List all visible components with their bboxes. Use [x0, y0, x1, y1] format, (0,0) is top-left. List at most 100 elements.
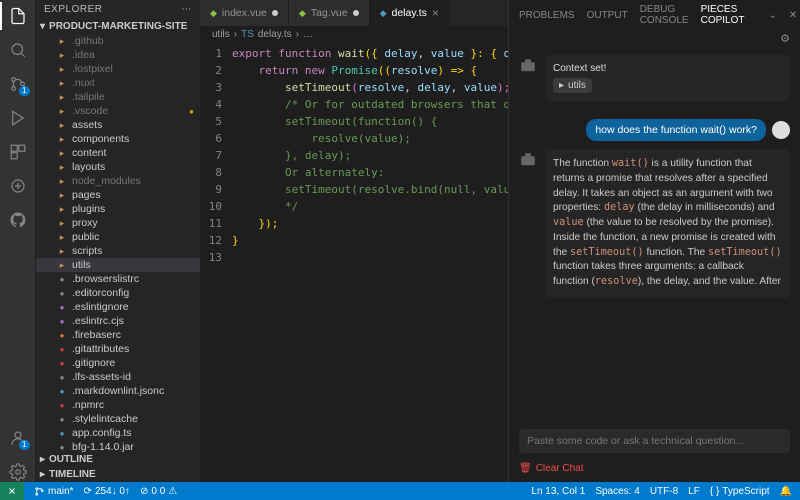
folder-item[interactable]: ▸.idea — [36, 48, 200, 62]
file-icon: ◆ — [299, 8, 306, 19]
folder-icon: ▸ — [56, 259, 68, 271]
panel-tab[interactable]: DEBUG CONSOLE — [640, 4, 689, 26]
folder-icon: ▸ — [56, 175, 68, 187]
run-debug-icon[interactable] — [8, 108, 28, 128]
user-message: how does the function wait() work? — [586, 119, 766, 141]
file-icon: ● — [56, 301, 68, 313]
file-item[interactable]: ●.lfs-assets-id — [36, 370, 200, 384]
folder-item[interactable]: ▸plugins — [36, 202, 200, 216]
project-section[interactable]: ▾ PRODUCT-MARKETING-SITE — [36, 19, 200, 34]
panel-tab[interactable]: OUTPUT — [587, 10, 628, 21]
file-item[interactable]: ●.browserslistrc — [36, 272, 200, 286]
assistant-message: The function wait() is a utility functio… — [545, 149, 790, 298]
explorer-sidebar: EXPLORER ⋯ ▾ PRODUCT-MARKETING-SITE ▸.gi… — [36, 0, 200, 482]
folder-item[interactable]: ▸proxy — [36, 216, 200, 230]
chevron-down-icon[interactable]: ⌄ — [768, 10, 776, 21]
problems-status[interactable]: ⊘ 0 0 ⚠ — [140, 486, 177, 497]
folder-item[interactable]: ▸.tailpile — [36, 90, 200, 104]
file-icon: ● — [56, 357, 68, 369]
folder-item[interactable]: ▸.nuxt — [36, 76, 200, 90]
file-item[interactable]: ●.editorconfig — [36, 286, 200, 300]
editor-tab[interactable]: ◆delay.ts× — [370, 0, 450, 26]
language-mode[interactable]: { } TypeScript — [710, 486, 770, 497]
eol-status[interactable]: LF — [688, 486, 700, 497]
more-icon[interactable]: ⋯ — [182, 4, 193, 15]
file-item[interactable]: ●.markdownlint.jsonc — [36, 384, 200, 398]
folder-icon: ▸ — [56, 245, 68, 257]
file-icon: ● — [56, 287, 68, 299]
folder-item[interactable]: ▸utils — [36, 258, 200, 272]
folder-item[interactable]: ▸pages — [36, 188, 200, 202]
folder-item[interactable]: ▸components — [36, 132, 200, 146]
folder-item[interactable]: ▸.lostpixel — [36, 62, 200, 76]
folder-item[interactable]: ▸.vscode● — [36, 104, 200, 118]
folder-item[interactable]: ▸assets — [36, 118, 200, 132]
file-item[interactable]: ●.eslintrc.cjs — [36, 314, 200, 328]
extensions-icon[interactable] — [8, 142, 28, 162]
pieces-icon[interactable] — [8, 176, 28, 196]
pieces-asst-icon — [519, 151, 537, 169]
accounts-icon[interactable]: 1 — [8, 428, 28, 448]
file-item[interactable]: ●.firebaserc — [36, 328, 200, 342]
folder-item[interactable]: ▸public — [36, 230, 200, 244]
folder-icon: ▸ — [56, 77, 68, 89]
clear-chat-button[interactable]: 🗑 Clear Chat — [509, 459, 800, 482]
file-item[interactable]: ●bfg-1.14.0.jar — [36, 440, 200, 452]
outline-section[interactable]: ▸ OUTLINE — [36, 452, 200, 467]
folder-icon: ▸ — [56, 105, 68, 117]
close-icon[interactable]: × — [432, 6, 439, 20]
github-icon[interactable] — [8, 210, 28, 230]
editor-group: ◆index.vue◆Tag.vue◆delay.ts× utils › TS … — [200, 0, 508, 482]
file-icon: ● — [56, 329, 68, 341]
code-editor[interactable]: 12345678910111213 export function wait({… — [200, 43, 508, 482]
panel-tab[interactable]: PIECES COPILOT — [701, 4, 745, 26]
chevron-right-icon: › — [296, 29, 299, 40]
encoding-status[interactable]: UTF-8 — [650, 486, 678, 497]
git-branch[interactable]: main* — [34, 486, 74, 497]
file-item[interactable]: ●.gitattributes — [36, 342, 200, 356]
folder-item[interactable]: ▸scripts — [36, 244, 200, 258]
file-item[interactable]: ●app.config.ts — [36, 426, 200, 440]
file-item[interactable]: ●.eslintignore — [36, 300, 200, 314]
activity-bar: 1 1 — [0, 0, 36, 482]
cursor-position[interactable]: Ln 13, Col 1 — [531, 486, 585, 497]
pieces-asst-icon — [519, 57, 537, 75]
folder-item[interactable]: ▸node_modules — [36, 174, 200, 188]
sync-status[interactable]: ⟳ 254↓ 0↑ — [84, 486, 130, 497]
breadcrumb[interactable]: utils › TS delay.ts › … — [200, 26, 508, 43]
source-control-icon[interactable]: 1 — [8, 74, 28, 94]
panel-tab[interactable]: PROBLEMS — [519, 10, 575, 21]
accounts-badge: 1 — [19, 440, 29, 450]
gear-icon[interactable]: ⚙ — [780, 33, 790, 45]
folder-icon: ▸ — [56, 91, 68, 103]
file-icon: ● — [56, 385, 68, 397]
editor-tab[interactable]: ◆Tag.vue — [289, 0, 370, 26]
file-item[interactable]: ●.npmrc — [36, 398, 200, 412]
close-icon[interactable]: ✕ — [789, 10, 797, 21]
chat-input[interactable]: Paste some code or ask a technical quest… — [519, 429, 790, 453]
file-icon: ● — [56, 441, 68, 452]
indentation-status[interactable]: Spaces: 4 — [595, 486, 639, 497]
folder-item[interactable]: ▸.github — [36, 34, 200, 48]
file-icon: ● — [56, 413, 68, 425]
editor-tab[interactable]: ◆index.vue — [200, 0, 289, 26]
timeline-section[interactable]: ▸ TIMELINE — [36, 467, 200, 482]
folder-icon: ▸ — [56, 119, 68, 131]
file-item[interactable]: ●.gitignore — [36, 356, 200, 370]
code-content[interactable]: export function wait({ delay, value }: {… — [232, 43, 508, 482]
folder-item[interactable]: ▸content — [36, 146, 200, 160]
panel-tabs: PROBLEMS OUTPUT DEBUG CONSOLE PIECES COPILO… — [509, 0, 800, 30]
folder-icon: ▸ — [56, 231, 68, 243]
folder-icon: ▸ — [56, 217, 68, 229]
context-chip[interactable]: ▸ utils — [553, 78, 592, 93]
chevron-down-icon: ▾ — [40, 21, 45, 32]
notifications-icon[interactable]: 🔔 — [780, 486, 792, 497]
file-icon: ● — [56, 371, 68, 383]
file-item[interactable]: ●.stylelintcache — [36, 412, 200, 426]
remote-indicator[interactable] — [0, 482, 24, 500]
folder-item[interactable]: ▸layouts — [36, 160, 200, 174]
settings-gear-icon[interactable] — [8, 462, 28, 482]
explorer-icon[interactable] — [8, 6, 28, 26]
search-icon[interactable] — [8, 40, 28, 60]
modified-dot-icon — [353, 10, 359, 16]
